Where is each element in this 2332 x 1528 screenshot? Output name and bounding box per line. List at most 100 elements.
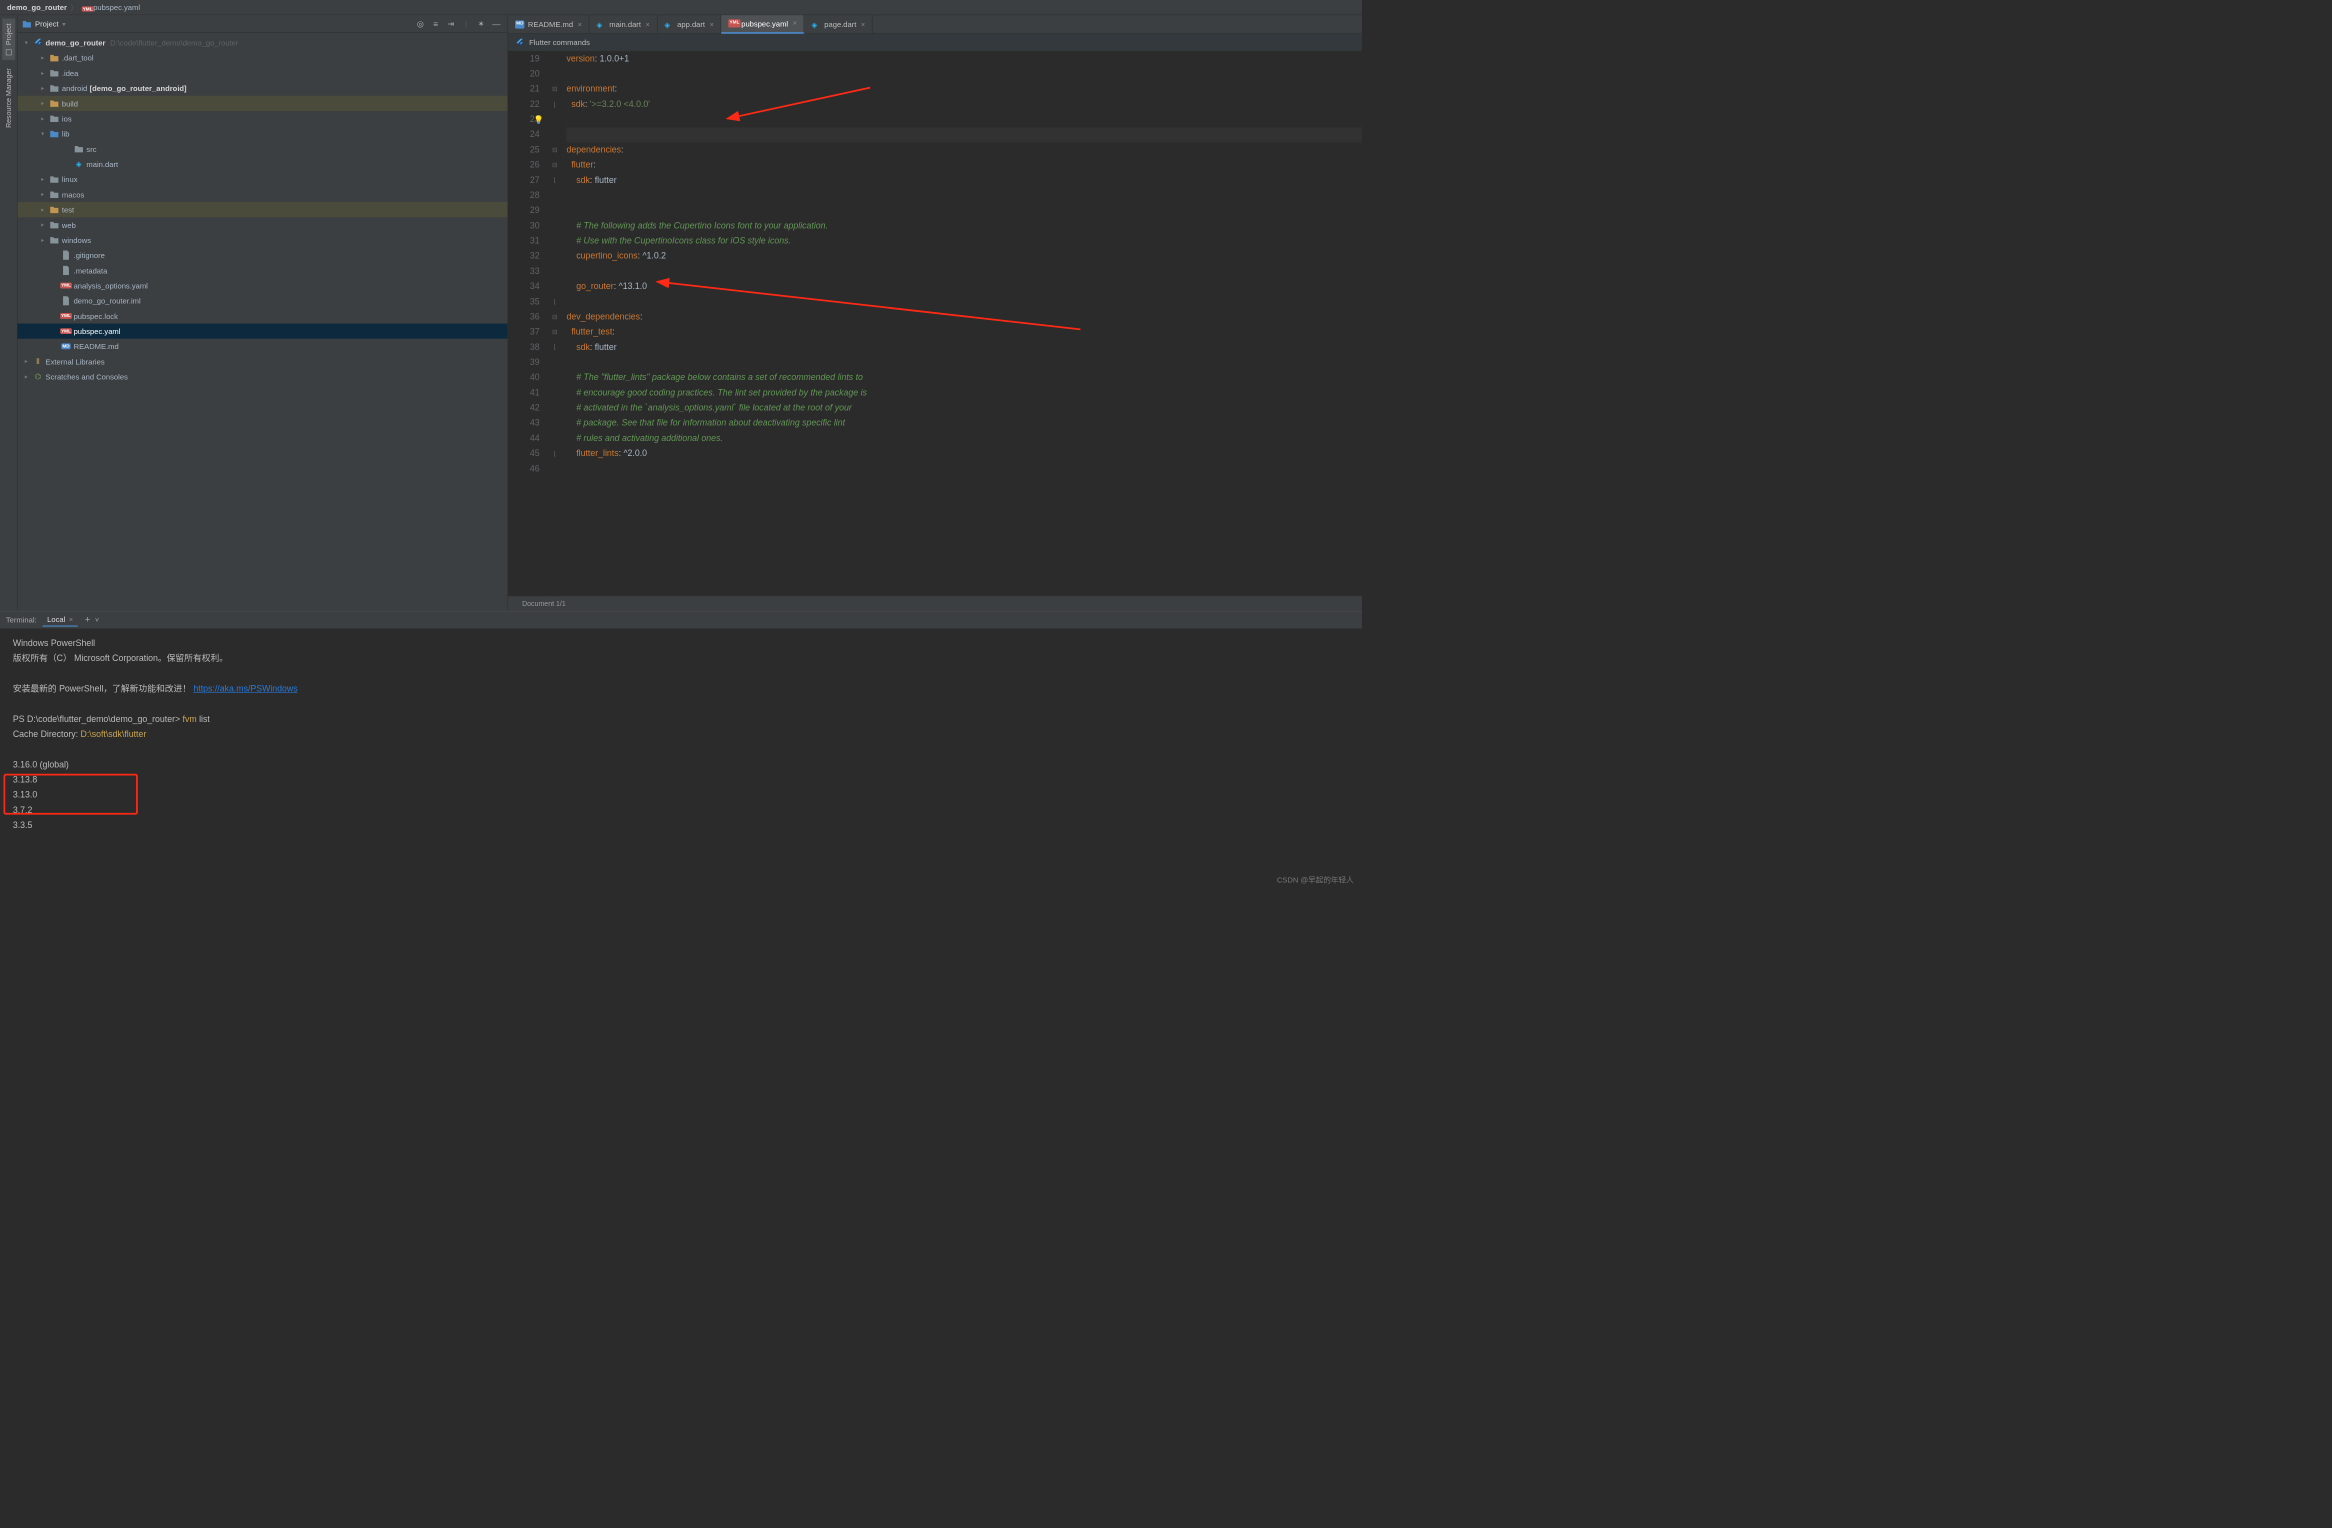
md-icon: MD <box>515 20 524 28</box>
tree-linux[interactable]: linux <box>18 172 508 187</box>
project-title[interactable]: Project <box>35 19 59 28</box>
breadcrumb-file[interactable]: pubspec.yaml <box>93 3 140 12</box>
terminal-dropdown-icon[interactable]: ˅ <box>95 616 99 624</box>
scratches-icon: ⌬ <box>33 372 44 381</box>
tree-pubspec[interactable]: YMLpubspec.yaml <box>18 324 508 339</box>
tree-gitignore[interactable]: .gitignore <box>18 248 508 263</box>
document-indicator: Document 1/1 <box>522 599 566 607</box>
folder-icon <box>49 129 60 138</box>
file-icon <box>61 251 72 260</box>
editor-status-bar: Document 1/1 <box>508 596 1362 611</box>
terminal-line: Windows PowerShell <box>13 636 1349 651</box>
settings-button[interactable]: ✶ <box>475 17 488 30</box>
folder-icon <box>49 84 60 93</box>
terminal-link[interactable]: https://aka.ms/PSWindows <box>193 684 297 694</box>
folder-icon <box>49 99 60 108</box>
close-icon[interactable]: × <box>861 20 865 28</box>
terminal-line: PS D:\code\flutter_demo\demo_go_router> … <box>13 712 1349 727</box>
terminal-line: 3.13.0 <box>13 788 1349 803</box>
yaml-icon: YML <box>728 19 737 27</box>
dart-icon: ◈ <box>74 159 85 168</box>
editor-body[interactable]: 19 20 21 22 23 24 25 26 27 28 29 30 31 3… <box>508 51 1362 595</box>
terminal-line: 3.3.5 <box>13 818 1349 833</box>
dart-icon: ◈ <box>596 20 605 28</box>
md-icon: MD <box>61 342 72 351</box>
tree-web[interactable]: web <box>18 217 508 232</box>
locate-button[interactable]: ◎ <box>414 17 427 30</box>
yaml-icon: YML <box>82 3 91 11</box>
folder-icon <box>49 220 60 229</box>
terminal-body[interactable]: Windows PowerShell 版权所有（C） Microsoft Cor… <box>0 629 1362 892</box>
tree-build[interactable]: build <box>18 96 508 111</box>
close-icon[interactable]: × <box>710 20 714 28</box>
terminal-line: 3.7.2 <box>13 803 1349 818</box>
tree-metadata[interactable]: .metadata <box>18 263 508 278</box>
terminal-pane: Terminal: Local× + ˅ Windows PowerShell … <box>0 611 1362 892</box>
folder-icon <box>49 190 60 199</box>
fold-column[interactable]: ⊟⌊ ⊟⊟ ⌊ ⌊⊟⊟⌊ ⌊ <box>549 51 561 595</box>
rail-tab-project[interactable]: Project <box>2 19 15 60</box>
file-icon <box>61 296 72 305</box>
breadcrumb-project[interactable]: demo_go_router <box>7 3 67 12</box>
tab-app-dart[interactable]: ◈app.dart× <box>657 15 721 34</box>
folder-icon <box>49 205 60 214</box>
tree-scratches[interactable]: ⌬Scratches and Consoles <box>18 369 508 384</box>
tree-lock[interactable]: YMLpubspec.lock <box>18 308 508 323</box>
project-header: Project ▾ ◎ ≡ ⇥ | ✶ — <box>18 15 508 33</box>
project-dropdown-icon[interactable]: ▾ <box>62 20 66 28</box>
folder-icon <box>49 175 60 184</box>
tree-root[interactable]: demo_go_router D:\code\flutter_demo\demo… <box>18 35 508 50</box>
tree-external[interactable]: ⫴External Libraries <box>18 354 508 369</box>
flutter-commands-bar[interactable]: Flutter commands <box>508 34 1362 52</box>
close-icon[interactable]: × <box>69 615 73 624</box>
annotation-box <box>4 774 138 815</box>
close-icon[interactable]: × <box>578 20 582 28</box>
terminal-line: Cache Directory: D:\soft\sdk\flutter <box>13 727 1349 742</box>
tree-analysis[interactable]: YMLanalysis_options.yaml <box>18 278 508 293</box>
hide-button[interactable]: — <box>490 17 503 30</box>
close-icon[interactable]: × <box>646 20 650 28</box>
tree-idea[interactable]: .idea <box>18 65 508 80</box>
dart-icon: ◈ <box>811 20 820 28</box>
tab-page-dart[interactable]: ◈page.dart× <box>804 15 872 34</box>
breadcrumb[interactable]: demo_go_router 〉 YML pubspec.yaml <box>0 0 1362 15</box>
tree-macos[interactable]: macos <box>18 187 508 202</box>
tree-android[interactable]: android[demo_go_router_android] <box>18 81 508 96</box>
tree-windows[interactable]: windows <box>18 232 508 247</box>
tree-ios[interactable]: ios <box>18 111 508 126</box>
folder-icon <box>49 68 60 77</box>
tab-main-dart[interactable]: ◈main.dart× <box>589 15 657 34</box>
library-icon: ⫴ <box>33 357 44 366</box>
tree-iml[interactable]: demo_go_router.iml <box>18 293 508 308</box>
tree-lib[interactable]: lib <box>18 126 508 141</box>
tree-test[interactable]: test <box>18 202 508 217</box>
tree-dart-tool[interactable]: .dart_tool <box>18 50 508 65</box>
collapse-all-button[interactable]: ⇥ <box>444 17 457 30</box>
yaml-icon: YML <box>61 311 72 320</box>
breadcrumb-separator: 〉 <box>70 2 78 13</box>
expand-all-button[interactable]: ≡ <box>429 17 442 30</box>
folder-icon <box>49 235 60 244</box>
close-icon[interactable]: × <box>793 19 797 27</box>
rail-tab-resource-manager[interactable]: Resource Manager <box>2 63 15 132</box>
editor-tabs: MDREADME.md× ◈main.dart× ◈app.dart× YMLp… <box>508 15 1362 34</box>
project-tree: demo_go_router D:\code\flutter_demo\demo… <box>18 33 508 611</box>
flutter-icon <box>33 38 44 47</box>
folder-icon <box>49 53 60 62</box>
intention-bulb-icon[interactable]: 💡 <box>534 112 544 127</box>
terminal-label: Terminal: <box>6 616 37 625</box>
terminal-add-button[interactable]: + <box>85 615 90 626</box>
tree-main-dart[interactable]: ◈main.dart <box>18 157 508 172</box>
terminal-tab-local[interactable]: Local× <box>42 613 77 626</box>
terminal-line: 版权所有（C） Microsoft Corporation。保留所有权利。 <box>13 651 1349 666</box>
yaml-icon: YML <box>61 281 72 290</box>
tab-pubspec[interactable]: YMLpubspec.yaml× <box>721 15 804 34</box>
tab-readme[interactable]: MDREADME.md× <box>508 15 589 34</box>
dart-icon: ◈ <box>664 20 673 28</box>
tree-src[interactable]: src <box>18 141 508 156</box>
left-tool-rail: Project Resource Manager <box>0 15 18 611</box>
terminal-header: Terminal: Local× + ˅ <box>0 611 1362 629</box>
yaml-icon: YML <box>61 326 72 335</box>
tree-readme[interactable]: MDREADME.md <box>18 339 508 354</box>
code-area[interactable]: version: 1.0.0+1 environment: sdk: '>=3.… <box>561 51 1362 595</box>
